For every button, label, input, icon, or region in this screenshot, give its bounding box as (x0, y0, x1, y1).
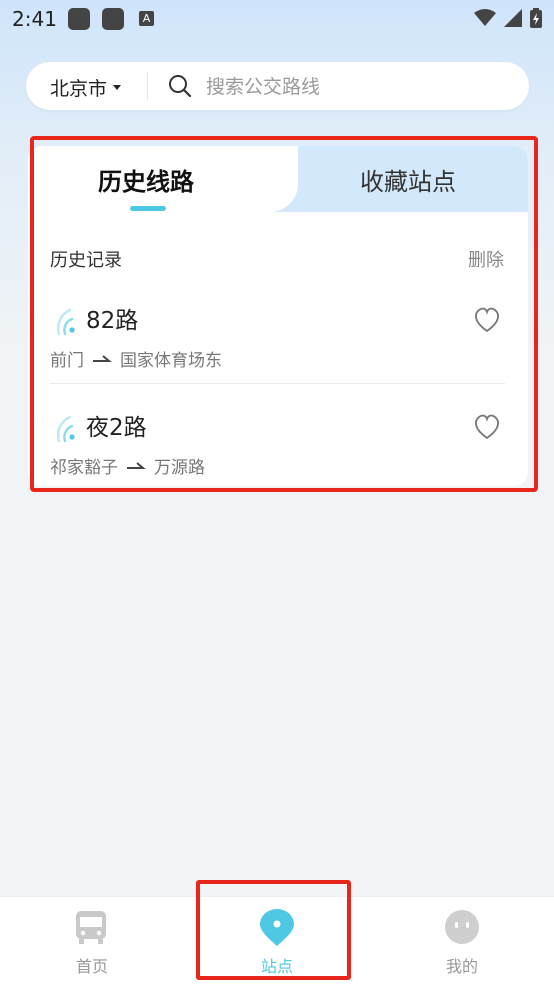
nav-item-home[interactable]: 首页 (32, 897, 152, 985)
nav-label-home: 首页 (75, 957, 108, 976)
status-time: 2:41 (12, 7, 57, 31)
search-input[interactable] (204, 70, 508, 104)
status-right (474, 8, 542, 28)
notification-icon (68, 8, 90, 30)
keyboard-icon: A (139, 11, 154, 26)
notification-icon (102, 8, 124, 30)
highlight-frame (30, 136, 538, 492)
status-bar: 2:41 A (0, 0, 554, 40)
city-label: 北京市 (50, 78, 108, 100)
wifi-icon (474, 9, 496, 26)
nav-label-profile: 我的 (445, 957, 478, 976)
highlight-frame (196, 880, 351, 980)
chevron-down-icon (113, 85, 122, 90)
nav-item-profile[interactable]: 我的 (402, 897, 522, 985)
profile-icon (445, 910, 479, 944)
divider (147, 72, 148, 100)
search-icon (169, 75, 192, 98)
battery-icon (530, 8, 542, 28)
search-bar: 北京市 (26, 62, 529, 110)
bus-icon (76, 911, 106, 944)
city-selector[interactable]: 北京市 (50, 74, 122, 101)
signal-icon (504, 9, 522, 27)
